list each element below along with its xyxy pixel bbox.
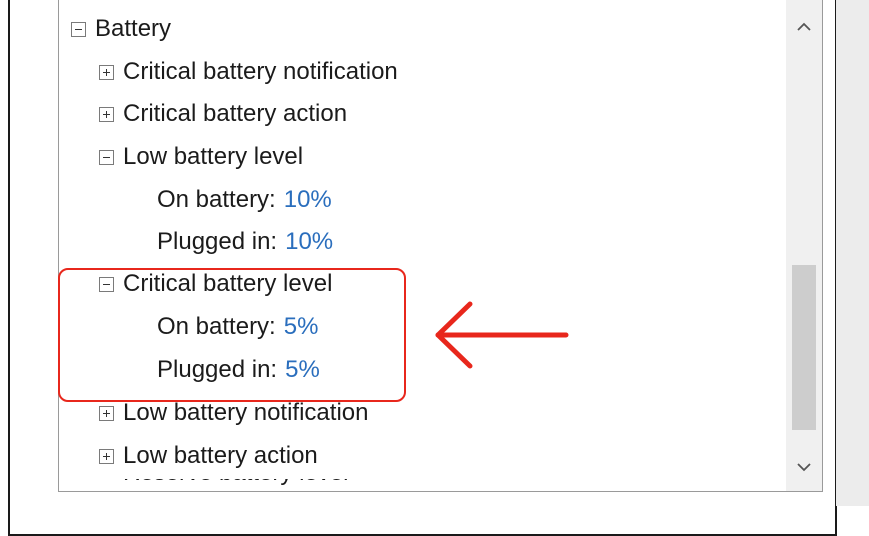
setting-value-link[interactable]: 5%: [285, 356, 320, 384]
tree-item-label: Low battery notification: [123, 399, 369, 426]
tree-item-label: Reserve battery level: [99, 479, 348, 487]
tree-item-low-battery-level[interactable]: Low battery level: [99, 139, 303, 175]
scroll-up-button[interactable]: [786, 9, 822, 45]
plus-box-icon[interactable]: [99, 405, 114, 421]
advanced-settings-tree[interactable]: Battery Critical battery notification Cr…: [58, 0, 823, 492]
tree-item-label: Battery: [95, 15, 172, 42]
setting-low-on-battery[interactable]: On battery: 10%: [157, 182, 332, 218]
tree-item-low-battery-action[interactable]: Low battery action: [99, 438, 318, 474]
chevron-up-icon: [797, 22, 811, 31]
plus-box-icon[interactable]: [99, 448, 114, 464]
tree-item-label: Low battery level: [123, 143, 304, 170]
setting-critical-plugged-in[interactable]: Plugged in: 5%: [157, 352, 320, 388]
setting-label: Plugged in:: [157, 228, 278, 255]
setting-low-plugged-in[interactable]: Plugged in: 10%: [157, 224, 333, 260]
scroll-down-button[interactable]: [786, 449, 822, 485]
minus-box-icon[interactable]: [99, 276, 114, 292]
tree-item-critical-battery-action[interactable]: Critical battery action: [99, 96, 347, 132]
tree-item-label: Critical battery notification: [123, 58, 398, 85]
setting-value-link[interactable]: 10%: [284, 186, 332, 214]
setting-critical-on-battery[interactable]: On battery: 5%: [157, 309, 318, 345]
vertical-scrollbar[interactable]: [786, 0, 822, 491]
setting-label: On battery:: [157, 186, 276, 213]
chevron-down-icon: [797, 463, 811, 472]
scroll-thumb[interactable]: [792, 265, 816, 430]
tree-item-critical-battery-level[interactable]: Critical battery level: [99, 266, 332, 302]
minus-box-icon[interactable]: [99, 149, 114, 165]
tree-item-partial[interactable]: Reserve battery level: [99, 479, 348, 491]
tree-item-label: Low battery action: [123, 442, 318, 469]
setting-label: Plugged in:: [157, 356, 278, 383]
tree-item-critical-battery-notification[interactable]: Critical battery notification: [99, 54, 398, 90]
setting-value-link[interactable]: 10%: [285, 228, 333, 256]
setting-label: On battery:: [157, 313, 276, 340]
plus-box-icon[interactable]: [99, 106, 114, 122]
tree-item-label: Critical battery action: [123, 100, 348, 127]
minus-box-icon[interactable]: [71, 21, 86, 37]
tree-item-battery[interactable]: Battery: [71, 11, 171, 47]
tree-item-label: Critical battery level: [123, 270, 333, 297]
setting-value-link[interactable]: 5%: [284, 313, 319, 341]
tree-item-low-battery-notification[interactable]: Low battery notification: [99, 395, 368, 431]
dialog-side-background: [836, 0, 869, 506]
plus-box-icon[interactable]: [99, 64, 114, 80]
